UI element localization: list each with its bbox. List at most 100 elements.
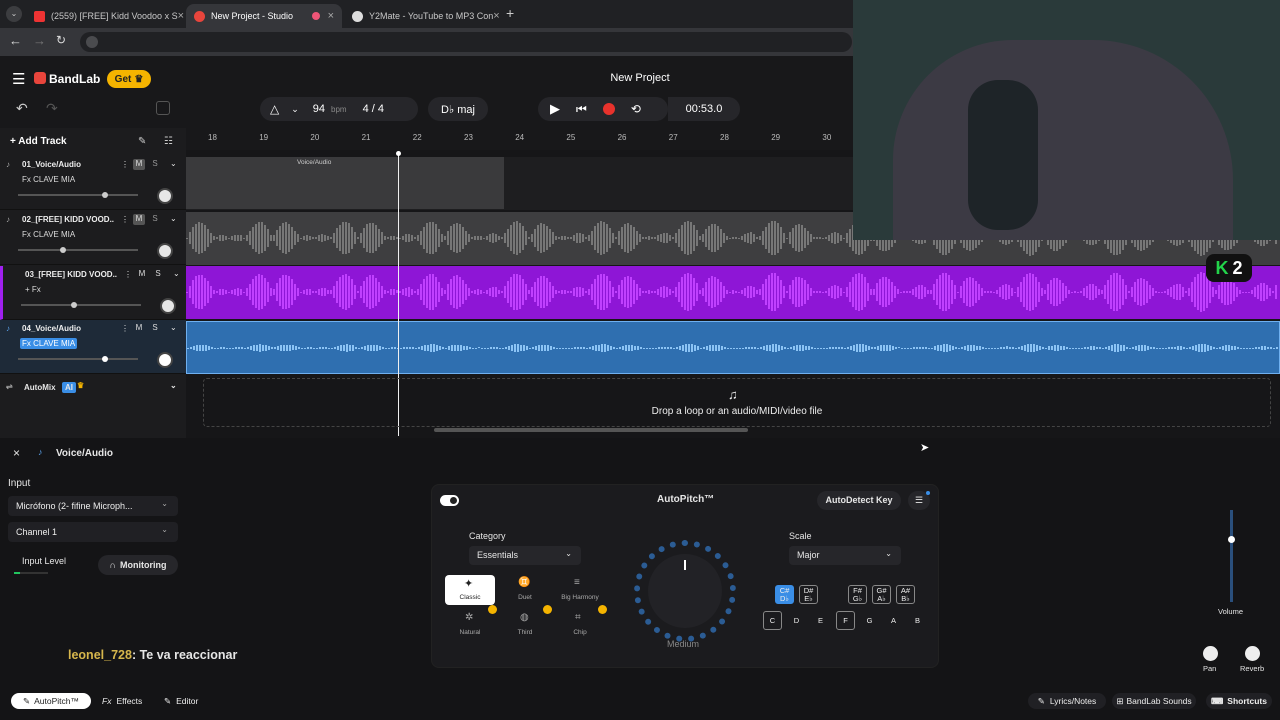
category-select[interactable]: Essentials ⌄ [469,546,581,565]
fader-thumb[interactable] [1228,536,1235,543]
chevron-down-icon[interactable]: ⌄ [170,159,177,168]
close-icon[interactable]: × [13,446,20,460]
slider-thumb[interactable] [102,356,108,362]
browser-tab-y2mate[interactable]: Y2Mate - YouTube to MP3 Con × [344,4,500,28]
shortcuts-button[interactable]: ⌨ Shortcuts [1206,693,1272,709]
more-icon[interactable]: ⋮ [121,160,129,169]
time-signature[interactable]: 4 / 4 [363,103,384,115]
audio-region[interactable]: Voice/Audio [186,157,504,209]
track-header-2[interactable]: ♪ 02_[FREE] KIDD VOOD... Fx CLAVE MIA ⋮ M S ⌄ [0,211,186,265]
track-header-4[interactable]: ♪ 04_Voice/Audio Fx CLAVE MIA ⋮ M S ⌄ [0,320,186,374]
key-g-sharp[interactable]: G# A♭ [872,585,891,604]
track-name[interactable]: 04_Voice/Audio [22,324,114,333]
track-name[interactable]: 03_[FREE] KIDD VOOD... [25,270,117,279]
solo-button[interactable]: S [152,269,164,280]
key-a-sharp[interactable]: A# B♭ [896,585,915,604]
fx-badge[interactable]: + Fx [23,284,43,295]
timeline-ruler[interactable]: 18 19 20 21 22 23 24 25 26 27 28 29 30 [186,128,853,150]
key-a[interactable]: A [884,611,903,630]
skip-back-icon[interactable]: ⏮ [576,102,587,117]
url-field[interactable] [80,32,852,52]
mute-button[interactable]: M [133,323,145,334]
more-icon[interactable]: ⋮ [121,324,129,333]
autodetect-key-button[interactable]: AutoDetect Key [817,491,901,510]
mute-button[interactable]: M [133,159,145,170]
lane-3[interactable] [186,266,1280,319]
key-g[interactable]: G [860,611,879,630]
solo-button[interactable]: S [149,159,161,170]
close-icon[interactable]: × [328,10,334,22]
key-e[interactable]: E [811,611,830,630]
chevron-down-icon[interactable]: ⌄ [170,323,177,332]
volume-slider[interactable] [18,356,138,362]
pan-knob[interactable] [160,298,176,314]
pan-knob[interactable] [157,188,173,204]
track-header-3[interactable]: 03_[FREE] KIDD VOOD... + Fx ⋮ M S ⌄ [0,266,186,320]
bpm-value[interactable]: 94 [313,103,325,115]
bandlab-sounds-button[interactable]: ⊞ BandLab Sounds [1112,693,1196,709]
pan-knob[interactable] [157,243,173,259]
tab-editor[interactable]: ✎ Editor [164,693,198,709]
playhead-handle[interactable] [396,151,401,156]
tuning-icon[interactable]: ✎ [138,136,146,147]
record-icon[interactable] [602,103,615,115]
style-natural[interactable]: ✲ Natural [445,605,497,640]
more-icon[interactable]: ⋮ [121,215,129,224]
fx-badge[interactable]: Fx CLAVE MIA [20,174,77,185]
monitoring-button[interactable]: ∩ Monitoring [98,555,178,575]
automix-row[interactable]: ⇌ AutoMix AI ♛ ⌄ [0,380,186,400]
amount-dial[interactable] [634,540,736,642]
fx-badge[interactable]: Fx CLAVE MIA [20,229,77,240]
metronome-icon[interactable]: △ [270,102,279,116]
redo-icon[interactable]: ↷ [46,100,58,117]
reload-icon[interactable]: ↻ [56,33,66,47]
track-header-1[interactable]: ♪ 01_Voice/Audio Fx CLAVE MIA ⋮ M S ⌄ [0,156,186,210]
key-control[interactable]: D♭ maj [428,97,488,121]
chevron-down-icon[interactable]: ⌄ [170,381,177,390]
volume-slider[interactable] [18,192,138,198]
pan-knob[interactable] [1203,646,1218,661]
chevron-down-icon[interactable]: ⌄ [170,214,177,223]
close-icon[interactable]: × [178,10,184,22]
site-info-icon[interactable] [86,36,98,48]
key-d[interactable]: D [787,611,806,630]
style-third[interactable]: ◍ Third [500,605,552,640]
key-b[interactable]: B [908,611,927,630]
volume-slider[interactable] [21,302,141,308]
volume-slider[interactable] [18,247,138,253]
menu-icon[interactable]: ☰ [12,70,25,88]
volume-fader[interactable] [1228,510,1235,602]
play-icon[interactable]: ▶ [550,101,560,117]
back-icon[interactable]: ← [9,33,22,48]
drop-zone[interactable]: ♫ Drop a loop or an audio/MIDI/video file [203,378,1271,427]
new-tab-icon[interactable]: + [506,5,514,21]
reverb-knob[interactable] [1245,646,1260,661]
mute-button[interactable]: M [136,269,148,280]
slider-thumb[interactable] [60,247,66,253]
key-c-sharp[interactable]: C# D♭ [775,585,794,604]
key-c[interactable]: C [763,611,782,630]
project-title[interactable]: New Project [560,72,720,84]
chevron-down-icon[interactable]: ⌄ [291,104,299,115]
forward-icon[interactable]: → [33,33,46,48]
get-premium-button[interactable]: Get ♛ [107,70,151,88]
loop-icon[interactable]: ⟲ [631,102,641,116]
lane-4[interactable] [186,321,1280,374]
style-chip[interactable]: ⌗ Chip [555,605,607,640]
solo-button[interactable]: S [149,323,161,334]
style-big-harmony[interactable]: ≡ Big Harmony [555,575,605,605]
slider-thumb[interactable] [102,192,108,198]
more-icon[interactable]: ⋮ [124,270,132,279]
key-f[interactable]: F [836,611,855,630]
track-settings-icon[interactable]: ☷ [164,136,173,147]
track-name[interactable]: 02_[FREE] KIDD VOOD... [22,215,114,224]
tab-search-icon[interactable]: ⌄ [6,6,22,22]
channel-select[interactable]: Channel 1 ⌄ [8,522,178,542]
scale-select[interactable]: Major ⌄ [789,546,901,565]
tempo-control[interactable]: △ ⌄ 94 bpm 4 / 4 [260,97,418,121]
input-device-select[interactable]: Micrófono (2- fifine Microph... ⌄ [8,496,178,516]
layout-icon[interactable] [156,101,170,115]
fx-badge[interactable]: Fx CLAVE MIA [20,338,78,349]
tab-effects[interactable]: Fx Effects [102,693,142,709]
style-duet[interactable]: ♊ Duet [500,575,550,605]
